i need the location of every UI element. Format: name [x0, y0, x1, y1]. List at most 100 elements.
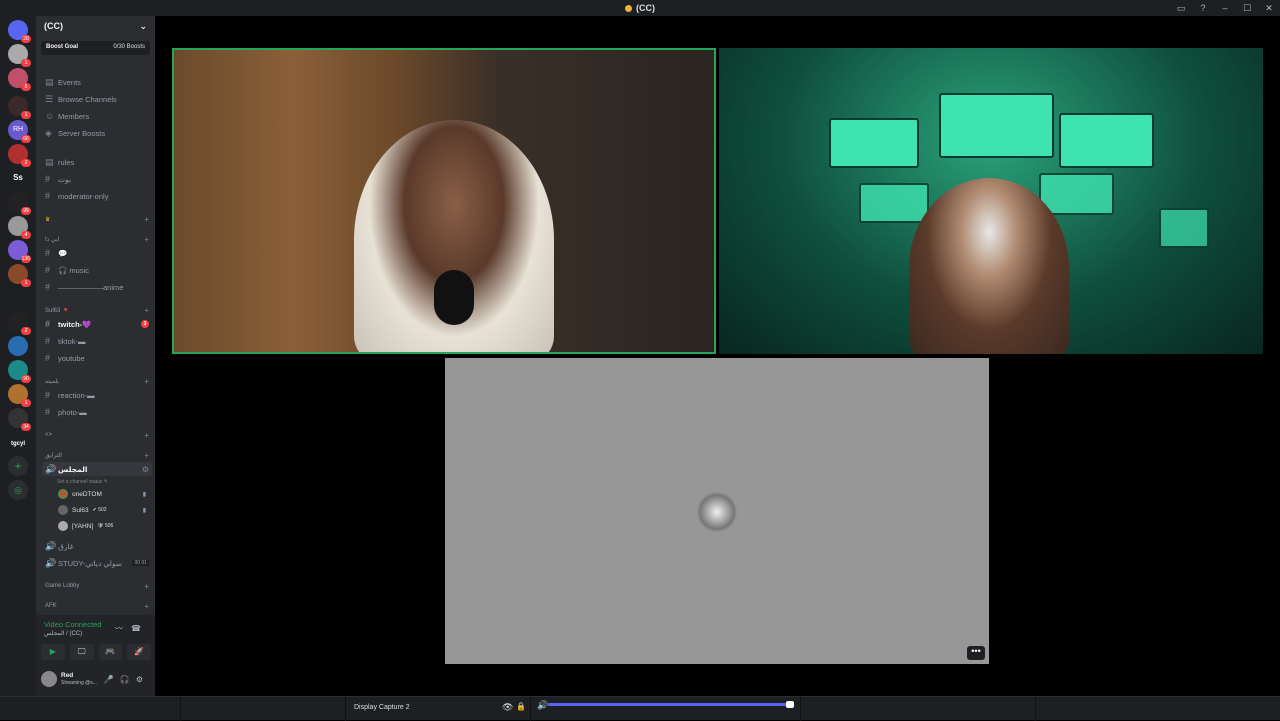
add-channel-icon[interactable]: +	[144, 215, 149, 224]
server-icon[interactable]: 90	[8, 360, 31, 383]
camera-button[interactable]: ▶	[41, 644, 65, 660]
add-channel-icon[interactable]: +	[144, 431, 149, 440]
server-icon[interactable]: 136	[8, 240, 31, 263]
server-icon[interactable]: RH 66	[8, 120, 31, 143]
server-icon[interactable]: tgcyl	[8, 434, 28, 454]
divider	[180, 697, 181, 721]
channel-twitch[interactable]: # twitch-💜 3	[42, 317, 152, 331]
connection-status: Video Connected	[44, 620, 102, 629]
hash-icon: #	[45, 248, 51, 258]
explore-icon[interactable]: ◎	[8, 480, 28, 500]
category-header[interactable]: الترابق +	[42, 448, 152, 462]
connected-channel[interactable]: المجلس / (CC)	[44, 630, 82, 637]
add-channel-icon[interactable]: +	[144, 602, 149, 611]
participant-video	[909, 178, 1069, 354]
nav-browse-channels[interactable]: ☰ Browse Channels	[42, 92, 152, 106]
volume-slider-handle[interactable]	[786, 701, 794, 708]
hash-icon: #	[45, 353, 51, 363]
calendar-icon: ▤	[45, 76, 54, 87]
user-panel[interactable]: Red Streaming @s... 🎤🎧⚙	[41, 668, 151, 690]
category-header[interactable]: بلميته +	[42, 374, 152, 388]
add-server-icon[interactable]: +	[8, 456, 28, 476]
soundboard-button[interactable]: 🚀	[127, 644, 151, 660]
nav-events[interactable]: ▤ Events	[42, 75, 152, 89]
volume-icon[interactable]: 🔊	[537, 700, 548, 711]
category-header[interactable]: ♛ +	[42, 212, 152, 226]
channel-rules[interactable]: ▤ rules	[42, 155, 152, 169]
home-icon[interactable]: 28	[8, 20, 31, 43]
volume-slider[interactable]	[548, 703, 790, 706]
eye-icon[interactable]: 👁	[502, 702, 513, 713]
lock-icon[interactable]: 🔒	[516, 702, 526, 711]
add-channel-icon[interactable]: +	[144, 235, 149, 244]
server-icon[interactable]: 5	[8, 68, 31, 91]
server-icon[interactable]: 34	[8, 408, 31, 431]
channel-anime[interactable]: # ——————anime	[42, 280, 152, 294]
help-icon[interactable]: ?	[1192, 0, 1214, 16]
activities-button[interactable]: 🎮	[98, 644, 123, 660]
headphones-icon[interactable]: 🎧	[120, 675, 136, 684]
close-button[interactable]: ✕	[1258, 0, 1280, 16]
channel-reaction[interactable]: # reaction-▬	[42, 388, 152, 402]
camera-icon: ▮	[142, 507, 146, 514]
category-header[interactable]: ابي ذا +	[42, 232, 152, 246]
noise-suppression-icon[interactable]: 〰	[115, 624, 131, 633]
list-icon: ☰	[45, 93, 54, 104]
server-icon[interactable]: 1	[8, 44, 31, 67]
server-icon[interactable]: 2	[8, 144, 31, 167]
voice-channel-actions-icon[interactable]: ⚙	[142, 465, 149, 474]
category-header[interactable]: Game Lobby +	[42, 579, 152, 593]
unread-badge: 3	[141, 320, 149, 328]
minimize-button[interactable]: –	[1214, 0, 1236, 16]
voice-channel-majlis[interactable]: 🔊 المجلس ⚙	[42, 462, 152, 476]
server-icon[interactable]: 2	[8, 312, 31, 335]
hash-icon: #	[45, 191, 51, 201]
video-tile[interactable]: •••	[445, 358, 989, 664]
channel-music[interactable]: # 🎧 music	[42, 263, 152, 277]
add-channel-icon[interactable]: +	[144, 306, 149, 315]
channel-chat[interactable]: # 💬	[42, 246, 152, 260]
settings-icon[interactable]: ⚙	[136, 675, 149, 684]
voice-user[interactable]: oneDTOM ▮	[58, 487, 148, 501]
add-channel-icon[interactable]: +	[144, 582, 149, 591]
voice-user[interactable]: Sul63 ✔ 502 ▮	[58, 503, 148, 517]
hash-icon: #	[45, 282, 51, 292]
server-icon[interactable]	[8, 336, 28, 356]
server-icon[interactable]: 1	[8, 96, 31, 119]
more-options-button[interactable]: •••	[967, 646, 985, 660]
hash-icon: #	[45, 319, 51, 329]
add-channel-icon[interactable]: +	[144, 377, 149, 386]
server-icon[interactable]: 99	[8, 192, 31, 215]
nav-members[interactable]: ☺ Members	[42, 109, 152, 123]
voice-channel[interactable]: 🔊 غارق	[42, 539, 152, 553]
server-icon[interactable]: 1	[8, 264, 31, 287]
divider	[800, 697, 801, 721]
boost-goal[interactable]: Boost Goal 0/30 Boosts	[41, 41, 150, 55]
category-header[interactable]: AFK +	[42, 599, 152, 613]
nav-server-boosts[interactable]: ◈ Server Boosts	[42, 126, 152, 140]
add-channel-icon[interactable]: +	[144, 451, 149, 460]
video-tile[interactable]	[172, 48, 716, 354]
channel-tiktok[interactable]: # tiktok-▬	[42, 334, 152, 348]
maximize-button[interactable]: ☐	[1236, 0, 1258, 16]
server-icon[interactable]: 4	[8, 216, 31, 239]
guild-header[interactable]: (CC) ⌄	[36, 16, 155, 38]
channel-text[interactable]: # بوت	[42, 172, 152, 186]
category-header[interactable]: Sul63 🔻 +	[42, 303, 152, 317]
channel-moderator-only[interactable]: # moderator-only	[42, 189, 152, 203]
server-icon[interactable]: 1	[8, 384, 31, 407]
inbox-icon[interactable]: ▭	[1170, 0, 1192, 16]
mic-icon[interactable]: 🎤	[104, 675, 120, 684]
screen-share-button[interactable]: 🖵	[69, 644, 94, 660]
category-header[interactable]: <> +	[42, 428, 152, 442]
video-tile[interactable]	[719, 48, 1263, 354]
channel-photo[interactable]: # photo-▬	[42, 405, 152, 419]
voice-channel-study[interactable]: 🔊 STUDY-سولي دياتي 00 01	[42, 556, 152, 570]
voice-user[interactable]: [YAHN] 🛡 506	[58, 519, 148, 533]
disconnect-icon[interactable]: ☎	[131, 624, 149, 633]
avatar	[697, 492, 737, 532]
channel-youtube[interactable]: # youtube	[42, 351, 152, 365]
source-name[interactable]: Display Capture 2	[354, 704, 410, 711]
server-icon[interactable]: Ss	[8, 168, 28, 188]
divider	[1035, 697, 1036, 721]
